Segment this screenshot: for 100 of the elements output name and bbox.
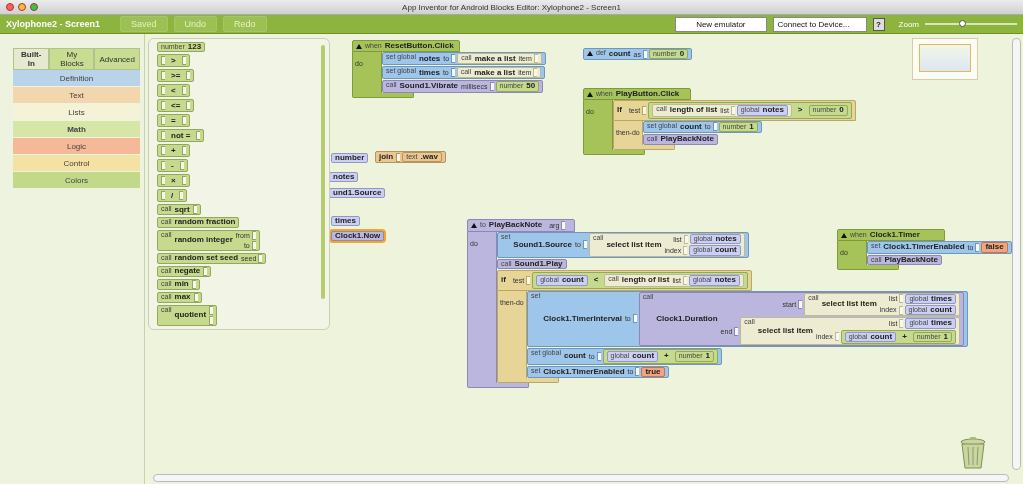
code-block[interactable]: × [157,174,190,188]
new-emulator-button[interactable]: New emulator [675,16,767,32]
block-label: Sound1.Play [514,259,563,269]
operator-label: > [796,106,804,115]
block-label: PlayBackNote [884,255,938,265]
project-title: Xylophone2 - Screen1 [6,19,101,29]
socket-notch [561,221,566,230]
block-label: times [931,319,952,328]
category-item[interactable]: Text [13,87,140,104]
code-block[interactable]: = [157,114,190,128]
close-icon[interactable] [6,3,14,11]
code-block[interactable]: >= [157,69,195,83]
minimize-icon[interactable] [18,3,26,11]
block-label: 1 [943,332,948,342]
block-label: max [174,293,191,302]
operator-label: < [592,276,600,285]
operator-label: < [170,86,177,96]
operator-label: + [901,332,908,342]
socket-notch [642,49,647,59]
drawer-scrollbar[interactable] [321,45,325,299]
block-label: count [714,246,737,255]
block-label: count [563,352,586,361]
vertical-scrollbar[interactable] [1012,38,1021,470]
block-label: Clock1.TimerEnabled [883,243,965,252]
zoom-icon[interactable] [30,3,38,11]
block-label: random fraction [174,218,236,227]
socket-notch [526,275,531,285]
socket-notch [682,275,687,285]
category-item[interactable]: Control [13,155,140,172]
block-label: notes [715,235,737,244]
block-label: quotient [174,311,207,320]
connect-dropdown[interactable]: Connect to Device... [772,16,867,32]
block-label: Clock1.TimerEnabled [543,367,625,376]
block-label: times [335,217,356,226]
category-item[interactable]: Logic [13,138,140,155]
block-label: length of list [669,106,718,115]
block-label: 50 [526,82,536,91]
operator-label: × [170,176,177,186]
block-label: count [632,352,655,361]
socket-notch [635,367,640,377]
code-block[interactable]: not = [157,129,205,143]
code-block[interactable]: < [157,84,190,98]
code-block[interactable]: / [157,189,188,203]
code-block[interactable]: und1.Source [329,188,386,199]
block-label: min [174,280,189,289]
block-label: Clock1.Duration [656,314,718,324]
code-block[interactable]: Clock1.Now [331,231,385,242]
block-label: PlayBackNote [488,221,543,230]
category-item[interactable]: Lists [13,104,140,121]
block-label: notes [762,106,784,115]
code-block[interactable]: number [331,153,369,164]
palette-tab[interactable]: My Blocks [49,48,95,70]
operator-label: / [170,191,175,201]
block-label: true [645,367,661,376]
code-block[interactable]: true [641,366,665,377]
block-label: join [379,153,394,162]
block-label: 0 [679,50,685,59]
block-label: Clock1.TimerInterval [543,314,622,324]
block-label: count [561,276,584,285]
block-label: 1 [749,122,754,132]
operator-label: >= [170,71,182,81]
block-label: Clock1.Timer [869,231,920,240]
triangle-icon[interactable] [587,51,593,56]
operator-label: not = [170,131,192,141]
operator-label: - [170,161,175,171]
operator-label: + [663,352,670,361]
operator-label: = [170,116,177,126]
block-label: count [870,332,893,342]
code-block[interactable]: false [981,242,1008,253]
block-label: PlayBackNote [660,135,714,144]
code-block[interactable]: <= [157,99,195,113]
block-label: 1 [705,352,710,361]
block-label: notes [418,54,441,64]
block-label: Clock1.Now [335,232,381,241]
block-label: select list item [757,327,813,336]
socket-notch [730,106,735,116]
block-label: length of list [621,276,670,285]
block-label: notes [333,173,355,182]
code-block[interactable]: + [157,144,190,158]
category-item[interactable]: Math [13,121,140,138]
palette-tab[interactable]: Advanced [94,48,140,70]
help-button[interactable]: ? [872,17,885,31]
socket-notch [975,243,980,253]
block-label: negate [174,267,201,276]
block-label: times [931,294,952,303]
horizontal-scrollbar[interactable] [153,474,1009,482]
block-label: 123 [187,43,202,52]
zoom-thumb[interactable] [958,20,966,27]
block-label: times [418,68,440,78]
category-item[interactable]: Definition [13,70,140,87]
operator-label: + [170,146,177,156]
code-block[interactable]: > [157,54,190,68]
block-label: und1.Source [333,189,382,198]
palette-tab[interactable]: Built-In [13,48,50,70]
category-item[interactable]: Colors [13,172,140,189]
code-block[interactable]: times [331,216,360,227]
trash-can-icon[interactable] [959,436,987,470]
block-label: If [617,106,622,115]
socket-notch [396,152,401,162]
code-block[interactable]: - [157,159,188,173]
